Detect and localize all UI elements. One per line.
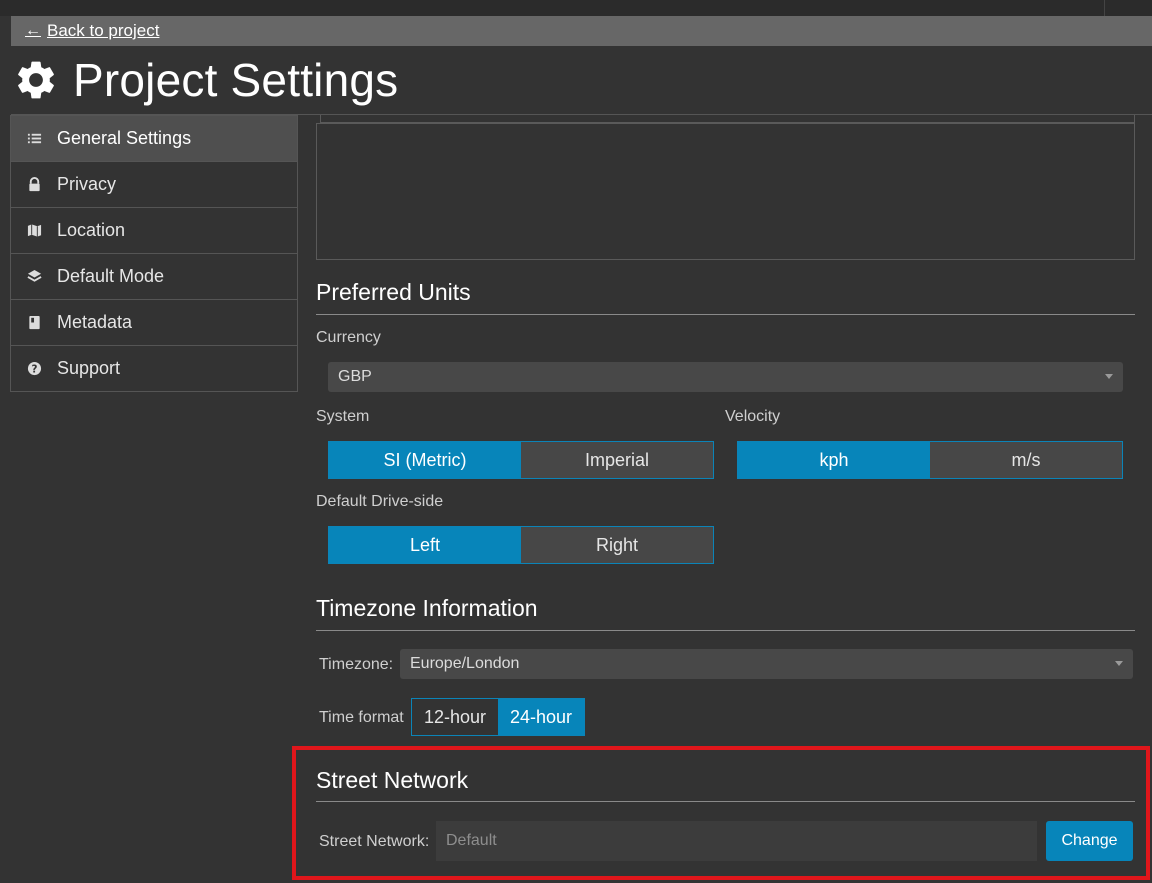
list-icon	[26, 131, 42, 147]
drive-side-option-left[interactable]: Left	[329, 527, 521, 563]
caret-down-icon	[1115, 661, 1123, 666]
sidebar-item-privacy[interactable]: Privacy	[11, 161, 297, 207]
settings-sidebar: General Settings Privacy Location Defaul…	[10, 115, 298, 392]
sidebar-item-general-settings[interactable]: General Settings	[11, 115, 297, 161]
sidebar-item-label: Support	[57, 358, 121, 378]
lock-icon	[26, 177, 42, 193]
layers-icon	[26, 269, 42, 285]
page-title: Project Settings	[73, 54, 399, 106]
time-format-option-24[interactable]: 24-hour	[498, 699, 584, 735]
time-format-label: Time format	[319, 709, 404, 726]
drive-side-option-right[interactable]: Right	[521, 527, 713, 563]
timezone-label: Timezone:	[319, 656, 394, 673]
preferred-units-divider	[316, 314, 1135, 315]
back-bar: ← Back to project	[11, 16, 1152, 46]
time-format-toggle: 12-hour 24-hour	[411, 698, 585, 736]
street-network-label: Street Network:	[319, 833, 430, 850]
drive-side-label: Default Drive-side	[316, 493, 444, 510]
sidebar-item-default-mode[interactable]: Default Mode	[11, 253, 297, 299]
currency-select[interactable]: GBP	[328, 362, 1123, 392]
velocity-option-ms[interactable]: m/s	[930, 442, 1122, 478]
velocity-toggle: kph m/s	[737, 441, 1123, 479]
system-label: System	[316, 408, 370, 425]
gear-icon	[18, 61, 54, 99]
sidebar-item-location[interactable]: Location	[11, 207, 297, 253]
preferred-units-heading: Preferred Units	[316, 279, 471, 305]
street-network-input[interactable]	[436, 821, 1037, 861]
title-bar: Project Settings	[11, 46, 1152, 114]
sidebar-item-label: Location	[57, 220, 126, 240]
question-circle-icon: ?	[26, 361, 42, 377]
timezone-value: Europe/London	[410, 655, 520, 672]
street-network-heading: Street Network	[316, 767, 469, 793]
sidebar-item-label: Metadata	[57, 312, 133, 332]
previous-field-bottom	[320, 115, 1135, 123]
velocity-option-kph[interactable]: kph	[738, 442, 930, 478]
sidebar-item-label: Default Mode	[57, 266, 165, 286]
back-label: Back to project	[47, 21, 160, 40]
top-strip-divider	[1104, 0, 1105, 16]
back-to-project-link[interactable]: ← Back to project	[25, 21, 159, 41]
sidebar-item-label: General Settings	[57, 128, 192, 148]
system-option-si[interactable]: SI (Metric)	[329, 442, 521, 478]
svg-text:?: ?	[31, 363, 37, 375]
sidebar-item-support[interactable]: ? Support	[11, 345, 297, 391]
sidebar-item-label: Privacy	[57, 174, 117, 194]
change-street-network-button[interactable]: Change	[1046, 821, 1133, 861]
arrow-left-icon: ←	[25, 22, 41, 39]
top-strip	[0, 0, 1152, 16]
caret-down-icon	[1105, 374, 1113, 379]
time-format-option-12[interactable]: 12-hour	[412, 699, 498, 735]
drive-side-toggle: Left Right	[328, 526, 714, 564]
timezone-divider	[316, 630, 1135, 631]
street-network-divider	[316, 801, 1135, 802]
system-toggle: SI (Metric) Imperial	[328, 441, 714, 479]
currency-value: GBP	[338, 368, 372, 385]
description-textarea[interactable]	[316, 123, 1135, 260]
system-option-imperial[interactable]: Imperial	[521, 442, 713, 478]
sidebar-item-metadata[interactable]: Metadata	[11, 299, 297, 345]
map-icon	[26, 223, 42, 239]
timezone-select[interactable]: Europe/London	[400, 649, 1133, 679]
velocity-label: Velocity	[725, 408, 781, 425]
timezone-heading: Timezone Information	[316, 595, 538, 621]
currency-label: Currency	[316, 329, 381, 346]
book-icon	[26, 315, 42, 331]
